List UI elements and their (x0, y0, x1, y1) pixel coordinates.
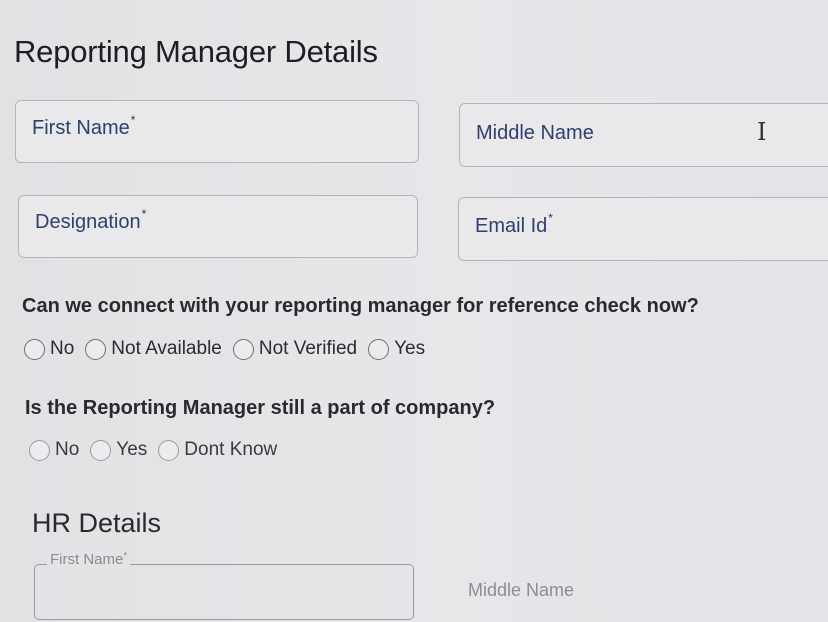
radio-label: No (50, 338, 75, 359)
first-name-label: First Name* (32, 113, 136, 139)
email-label: Email Id* (475, 211, 553, 237)
designation-label: Designation* (35, 207, 147, 233)
radio-button[interactable] (29, 439, 50, 461)
radio-button[interactable] (158, 439, 180, 461)
email-field[interactable]: Email Id* (458, 197, 828, 261)
hr-first-name-label: First Name* (47, 551, 131, 568)
radio-option-not-verified[interactable]: Not Verified (232, 338, 358, 360)
radio-option-yes[interactable]: Yes (90, 439, 147, 461)
hr-middle-name-field[interactable]: Middle Name (468, 580, 574, 601)
required-marker: * (130, 113, 136, 127)
radio-option-no[interactable]: No (24, 338, 74, 360)
radio-label: Dont Know (184, 439, 278, 460)
first-name-field[interactable]: First Name* (15, 100, 419, 163)
text-cursor-icon: I (757, 118, 767, 146)
radio-option-yes[interactable]: Yes (368, 338, 425, 360)
still-in-company-question: Is the Reporting Manager still a part of… (25, 397, 496, 419)
radio-label: Yes (394, 338, 426, 359)
radio-button[interactable] (368, 338, 390, 360)
radio-label: No (55, 439, 80, 460)
reference-check-radio-group: No Not Available Not Verified Yes (24, 338, 436, 360)
radio-option-dont-know[interactable]: Dont Know (158, 439, 277, 461)
middle-name-field[interactable]: Middle Name (459, 103, 828, 167)
radio-button[interactable] (24, 338, 45, 360)
radio-label: Not Verified (258, 338, 358, 359)
required-marker: * (123, 551, 128, 562)
required-marker: * (141, 207, 147, 221)
radio-button[interactable] (85, 338, 107, 360)
radio-button[interactable] (90, 439, 112, 461)
radio-label: Not Available (111, 338, 222, 359)
still-in-company-radio-group: No Yes Dont Know (29, 439, 288, 461)
radio-label: Yes (116, 439, 148, 460)
required-marker: * (548, 211, 553, 225)
designation-field[interactable]: Designation* (18, 195, 418, 258)
page-title: Reporting Manager Details (14, 34, 378, 69)
middle-name-label: Middle Name (476, 122, 594, 144)
radio-option-not-available[interactable]: Not Available (85, 338, 222, 360)
hr-first-name-field[interactable]: First Name* (34, 551, 414, 620)
reference-check-question: Can we connect with your reporting manag… (22, 295, 699, 317)
hr-details-title: HR Details (32, 508, 162, 538)
radio-option-no[interactable]: No (29, 439, 79, 461)
radio-button[interactable] (232, 338, 254, 360)
